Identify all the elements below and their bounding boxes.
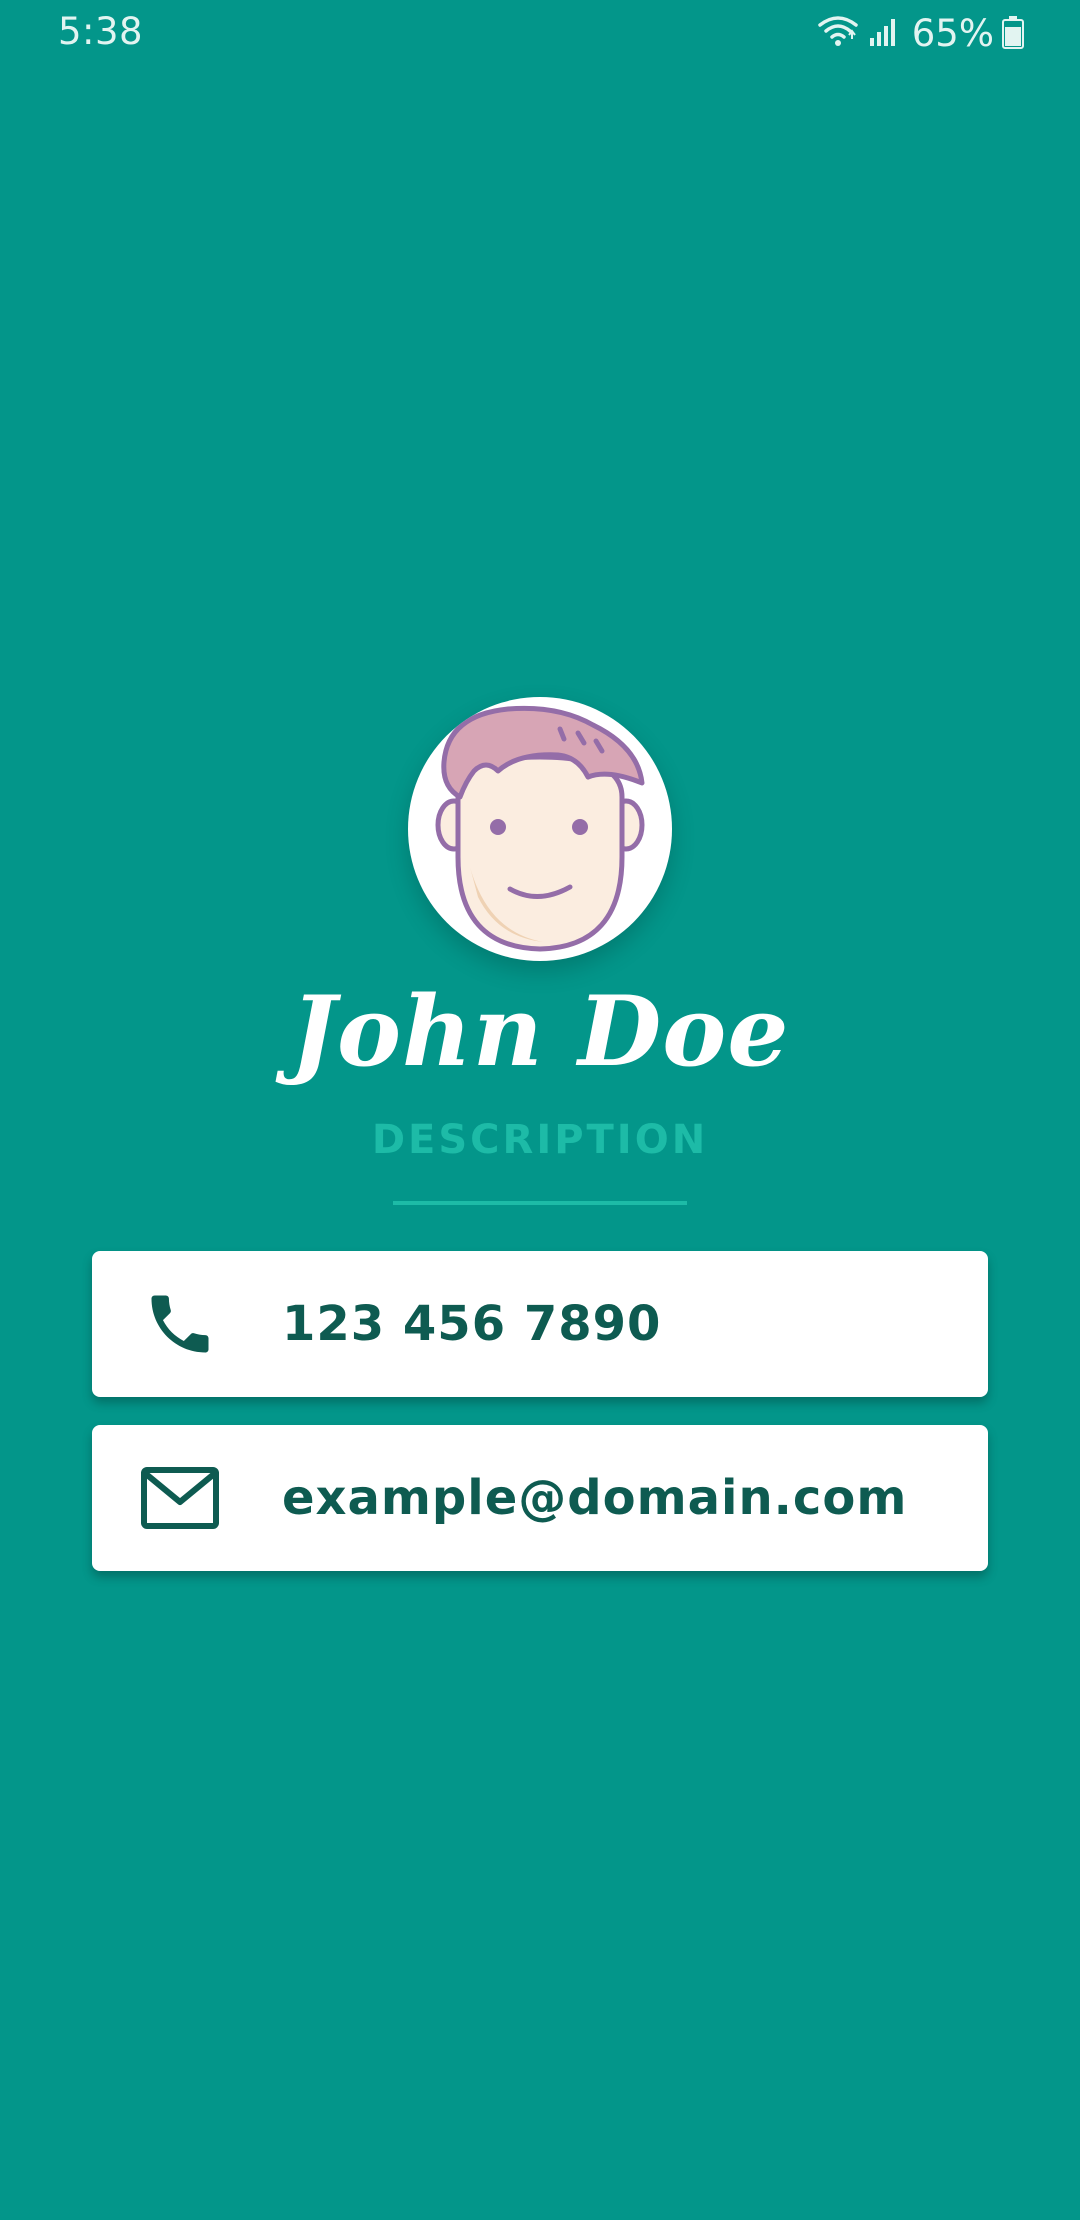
phone-icon — [140, 1284, 220, 1364]
avatar-face-icon — [435, 705, 645, 952]
wifi-icon — [816, 15, 860, 53]
status-bar: 5:38 65% — [0, 0, 1080, 66]
status-time: 5:38 — [58, 10, 144, 53]
phone-card[interactable]: 123 456 7890 — [92, 1251, 988, 1397]
email-card[interactable]: example@domain.com — [92, 1425, 988, 1571]
divider — [393, 1201, 687, 1205]
phone-number: 123 456 7890 — [282, 1296, 662, 1352]
profile-description: DESCRIPTION — [371, 1117, 709, 1163]
signal-icon — [868, 16, 898, 52]
status-icons: 65% — [816, 12, 1024, 55]
mail-icon — [140, 1458, 220, 1538]
battery-icon — [1002, 15, 1024, 53]
profile-name: John Doe — [290, 975, 790, 1088]
battery-percent: 65% — [911, 12, 994, 55]
email-address: example@domain.com — [282, 1470, 908, 1526]
avatar — [408, 697, 672, 961]
